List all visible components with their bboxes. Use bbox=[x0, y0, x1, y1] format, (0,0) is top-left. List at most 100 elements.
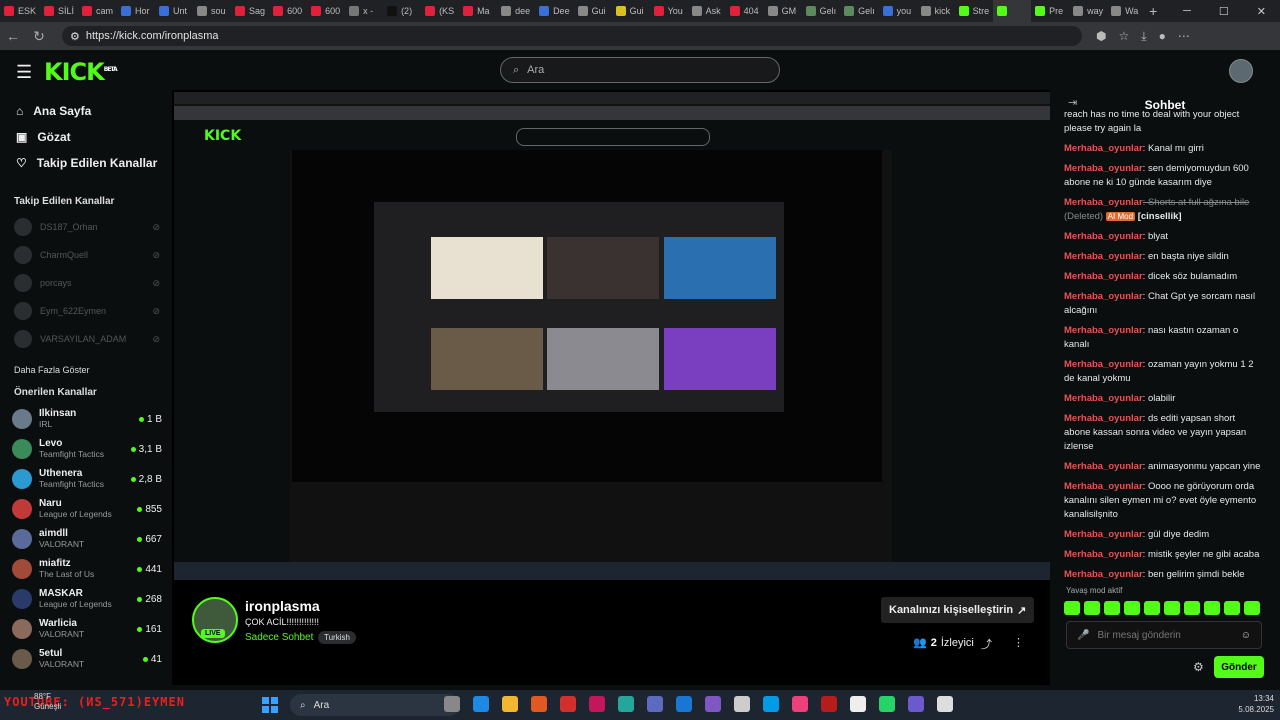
browser-tab[interactable]: (2) bbox=[383, 0, 421, 22]
followed-channel[interactable]: porcays ⊘ bbox=[0, 269, 172, 297]
whatsapp-icon[interactable] bbox=[879, 696, 895, 712]
browser-tab[interactable]: Ma bbox=[459, 0, 497, 22]
send-button[interactable]: Gönder bbox=[1214, 656, 1264, 678]
browser-tab[interactable]: Pre bbox=[1031, 0, 1069, 22]
followed-channel[interactable]: Eym_622Eymen ⊘ bbox=[0, 297, 172, 325]
chat-message[interactable]: Merhaba_oyunlar: Kanal mı girri bbox=[1064, 142, 1264, 156]
task-view-icon[interactable] bbox=[444, 696, 460, 712]
chat-message[interactable]: Merhaba_oyunlar: Chat Gpt ye sorcam nası… bbox=[1064, 290, 1264, 318]
chat-username[interactable]: Merhaba_oyunlar bbox=[1064, 251, 1143, 262]
chat-username[interactable]: Merhaba_oyunlar bbox=[1064, 393, 1143, 404]
refresh-icon[interactable]: ↻ bbox=[26, 28, 52, 45]
emote-icon[interactable] bbox=[1124, 601, 1140, 615]
browser-tab[interactable]: (KS bbox=[421, 0, 459, 22]
hamburger-menu-icon[interactable]: ☰ bbox=[16, 62, 32, 83]
followed-channel[interactable]: DS187_Orhan ⊘ bbox=[0, 213, 172, 241]
search-input[interactable]: ⌕ Ara bbox=[500, 57, 780, 83]
brave-icon[interactable] bbox=[531, 696, 547, 712]
chat-message[interactable]: Merhaba_oyunlar: animasyonmu yapcan yine bbox=[1064, 460, 1264, 474]
recommended-channel[interactable]: Levo Teamfight Tactics 3,1 B bbox=[0, 434, 172, 464]
recommended-channel[interactable]: Ilkinsan IRL 1 B bbox=[0, 404, 172, 434]
stream-category[interactable]: Sadece Sohbet bbox=[245, 632, 313, 643]
start-button-icon[interactable] bbox=[262, 697, 278, 713]
chat-username[interactable]: Merhaba_oyunlar bbox=[1064, 549, 1143, 560]
browser-tab[interactable]: Gui bbox=[612, 0, 650, 22]
chat-username[interactable]: Merhaba_oyunlar bbox=[1064, 325, 1143, 336]
browser-tab[interactable]: Wa bbox=[1107, 0, 1145, 22]
browser-tab[interactable]: cam bbox=[78, 0, 117, 22]
browser-tab[interactable]: SİLİ bbox=[40, 0, 78, 22]
nav-following[interactable]: ♡ Takip Edilen Kanallar bbox=[0, 150, 172, 176]
browser-tab[interactable]: Gelı bbox=[840, 0, 879, 22]
browser-tab[interactable] bbox=[993, 0, 1032, 22]
menu-icon[interactable]: ⋯ bbox=[1178, 29, 1190, 44]
browser-tab[interactable]: dee bbox=[497, 0, 535, 22]
browser-tab[interactable]: Gui bbox=[574, 0, 612, 22]
chat-username[interactable]: Merhaba_oyunlar bbox=[1064, 143, 1143, 154]
new-tab-button[interactable]: + bbox=[1145, 0, 1183, 22]
recommended-channel[interactable]: miafitz The Last of Us 441 bbox=[0, 554, 172, 584]
emote-icon[interactable] bbox=[1084, 601, 1100, 615]
chat-username[interactable]: Merhaba_oyunlar bbox=[1064, 359, 1143, 370]
browser-tab[interactable]: Sag bbox=[231, 0, 269, 22]
download-icon[interactable]: ⤓ bbox=[1141, 29, 1146, 44]
chat-message[interactable]: Merhaba_oyunlar: gül diye dedim bbox=[1064, 528, 1264, 542]
app-icon[interactable] bbox=[763, 696, 779, 712]
browser-tab[interactable]: You bbox=[650, 0, 688, 22]
browser-tab[interactable]: you bbox=[879, 0, 917, 22]
weather-widget[interactable]: 88°F Güneşli bbox=[34, 692, 61, 712]
recommended-channel[interactable]: Warlicia VALORANT 161 bbox=[0, 614, 172, 644]
chat-message[interactable]: Merhaba_oyunlar: ozaman yayın yokmu 1 2 … bbox=[1064, 358, 1264, 386]
browser-tab[interactable]: Unt bbox=[155, 0, 193, 22]
browser-tab[interactable]: 600 bbox=[269, 0, 307, 22]
recommended-channel[interactable]: Naru League of Legends 855 bbox=[0, 494, 172, 524]
browser-tab[interactable]: ESK bbox=[0, 0, 40, 22]
instagram-icon[interactable] bbox=[589, 696, 605, 712]
browser-tab[interactable]: Dee bbox=[535, 0, 574, 22]
emote-icon[interactable] bbox=[1164, 601, 1180, 615]
browser-tab[interactable]: Hor bbox=[117, 0, 155, 22]
chat-message[interactable]: reach has no time to deal with your obje… bbox=[1064, 108, 1264, 136]
nav-home[interactable]: ⌂ Ana Sayfa bbox=[0, 98, 172, 124]
emote-icon[interactable] bbox=[1104, 601, 1120, 615]
more-options-icon[interactable]: ⋮ bbox=[1013, 636, 1024, 649]
app-icon[interactable] bbox=[792, 696, 808, 712]
url-field[interactable]: ⚙ https://kick.com/ironplasma bbox=[62, 26, 1082, 46]
back-icon[interactable]: ← bbox=[0, 28, 26, 44]
followed-channel[interactable]: CharmQuell ⊘ bbox=[0, 241, 172, 269]
teams-icon[interactable] bbox=[647, 696, 663, 712]
chat-message[interactable]: Merhaba_oyunlar: sen demiyomuydun 600 ab… bbox=[1064, 162, 1264, 190]
emote-icon[interactable] bbox=[1064, 601, 1080, 615]
chat-username[interactable]: Merhaba_oyunlar bbox=[1064, 197, 1143, 208]
browser-tab[interactable]: 600 bbox=[307, 0, 345, 22]
browser-tab[interactable]: x - bbox=[345, 0, 383, 22]
obs-icon[interactable] bbox=[937, 696, 953, 712]
app-icon[interactable] bbox=[705, 696, 721, 712]
emote-icon[interactable] bbox=[1204, 601, 1220, 615]
app-icon[interactable] bbox=[676, 696, 692, 712]
emote-icon[interactable] bbox=[1244, 601, 1260, 615]
close-icon[interactable]: ✕ bbox=[1257, 5, 1266, 18]
app-icon[interactable] bbox=[908, 696, 924, 712]
language-tag[interactable]: Turkish bbox=[318, 631, 356, 644]
chat-message[interactable]: Merhaba_oyunlar: mistik şeyler ne gibi a… bbox=[1064, 548, 1264, 562]
followed-channel[interactable]: VARSAYILAN_ADAM ⊘ bbox=[0, 325, 172, 353]
profile-icon[interactable]: ● bbox=[1159, 29, 1166, 44]
chat-message[interactable]: Merhaba_oyunlar: dicek söz bulamadım bbox=[1064, 270, 1264, 284]
animate-icon[interactable] bbox=[821, 696, 837, 712]
emote-icon[interactable] bbox=[1224, 601, 1240, 615]
user-avatar[interactable] bbox=[1229, 59, 1253, 83]
browser-tab[interactable]: Stre bbox=[955, 0, 994, 22]
browser-tab[interactable]: Ask bbox=[688, 0, 726, 22]
chat-username[interactable]: Merhaba_oyunlar bbox=[1064, 529, 1143, 540]
app-icon[interactable] bbox=[850, 696, 866, 712]
nav-browse[interactable]: ▣ Gözat bbox=[0, 124, 172, 150]
browser-tab[interactable]: GM bbox=[764, 0, 802, 22]
chat-message[interactable]: Merhaba_oyunlar: en başta niye sildin bbox=[1064, 250, 1264, 264]
recommended-channel[interactable]: aimdll VALORANT 667 bbox=[0, 524, 172, 554]
chat-username[interactable]: Merhaba_oyunlar bbox=[1064, 231, 1143, 242]
recommended-channel[interactable]: MASKAR League of Legends 268 bbox=[0, 584, 172, 614]
chat-message[interactable]: Merhaba_oyunlar: ben gelirim şimdi bekle bbox=[1064, 568, 1264, 582]
share-icon[interactable]: ⤴ bbox=[981, 636, 992, 652]
favorites-icon[interactable]: ☆ bbox=[1118, 29, 1129, 44]
